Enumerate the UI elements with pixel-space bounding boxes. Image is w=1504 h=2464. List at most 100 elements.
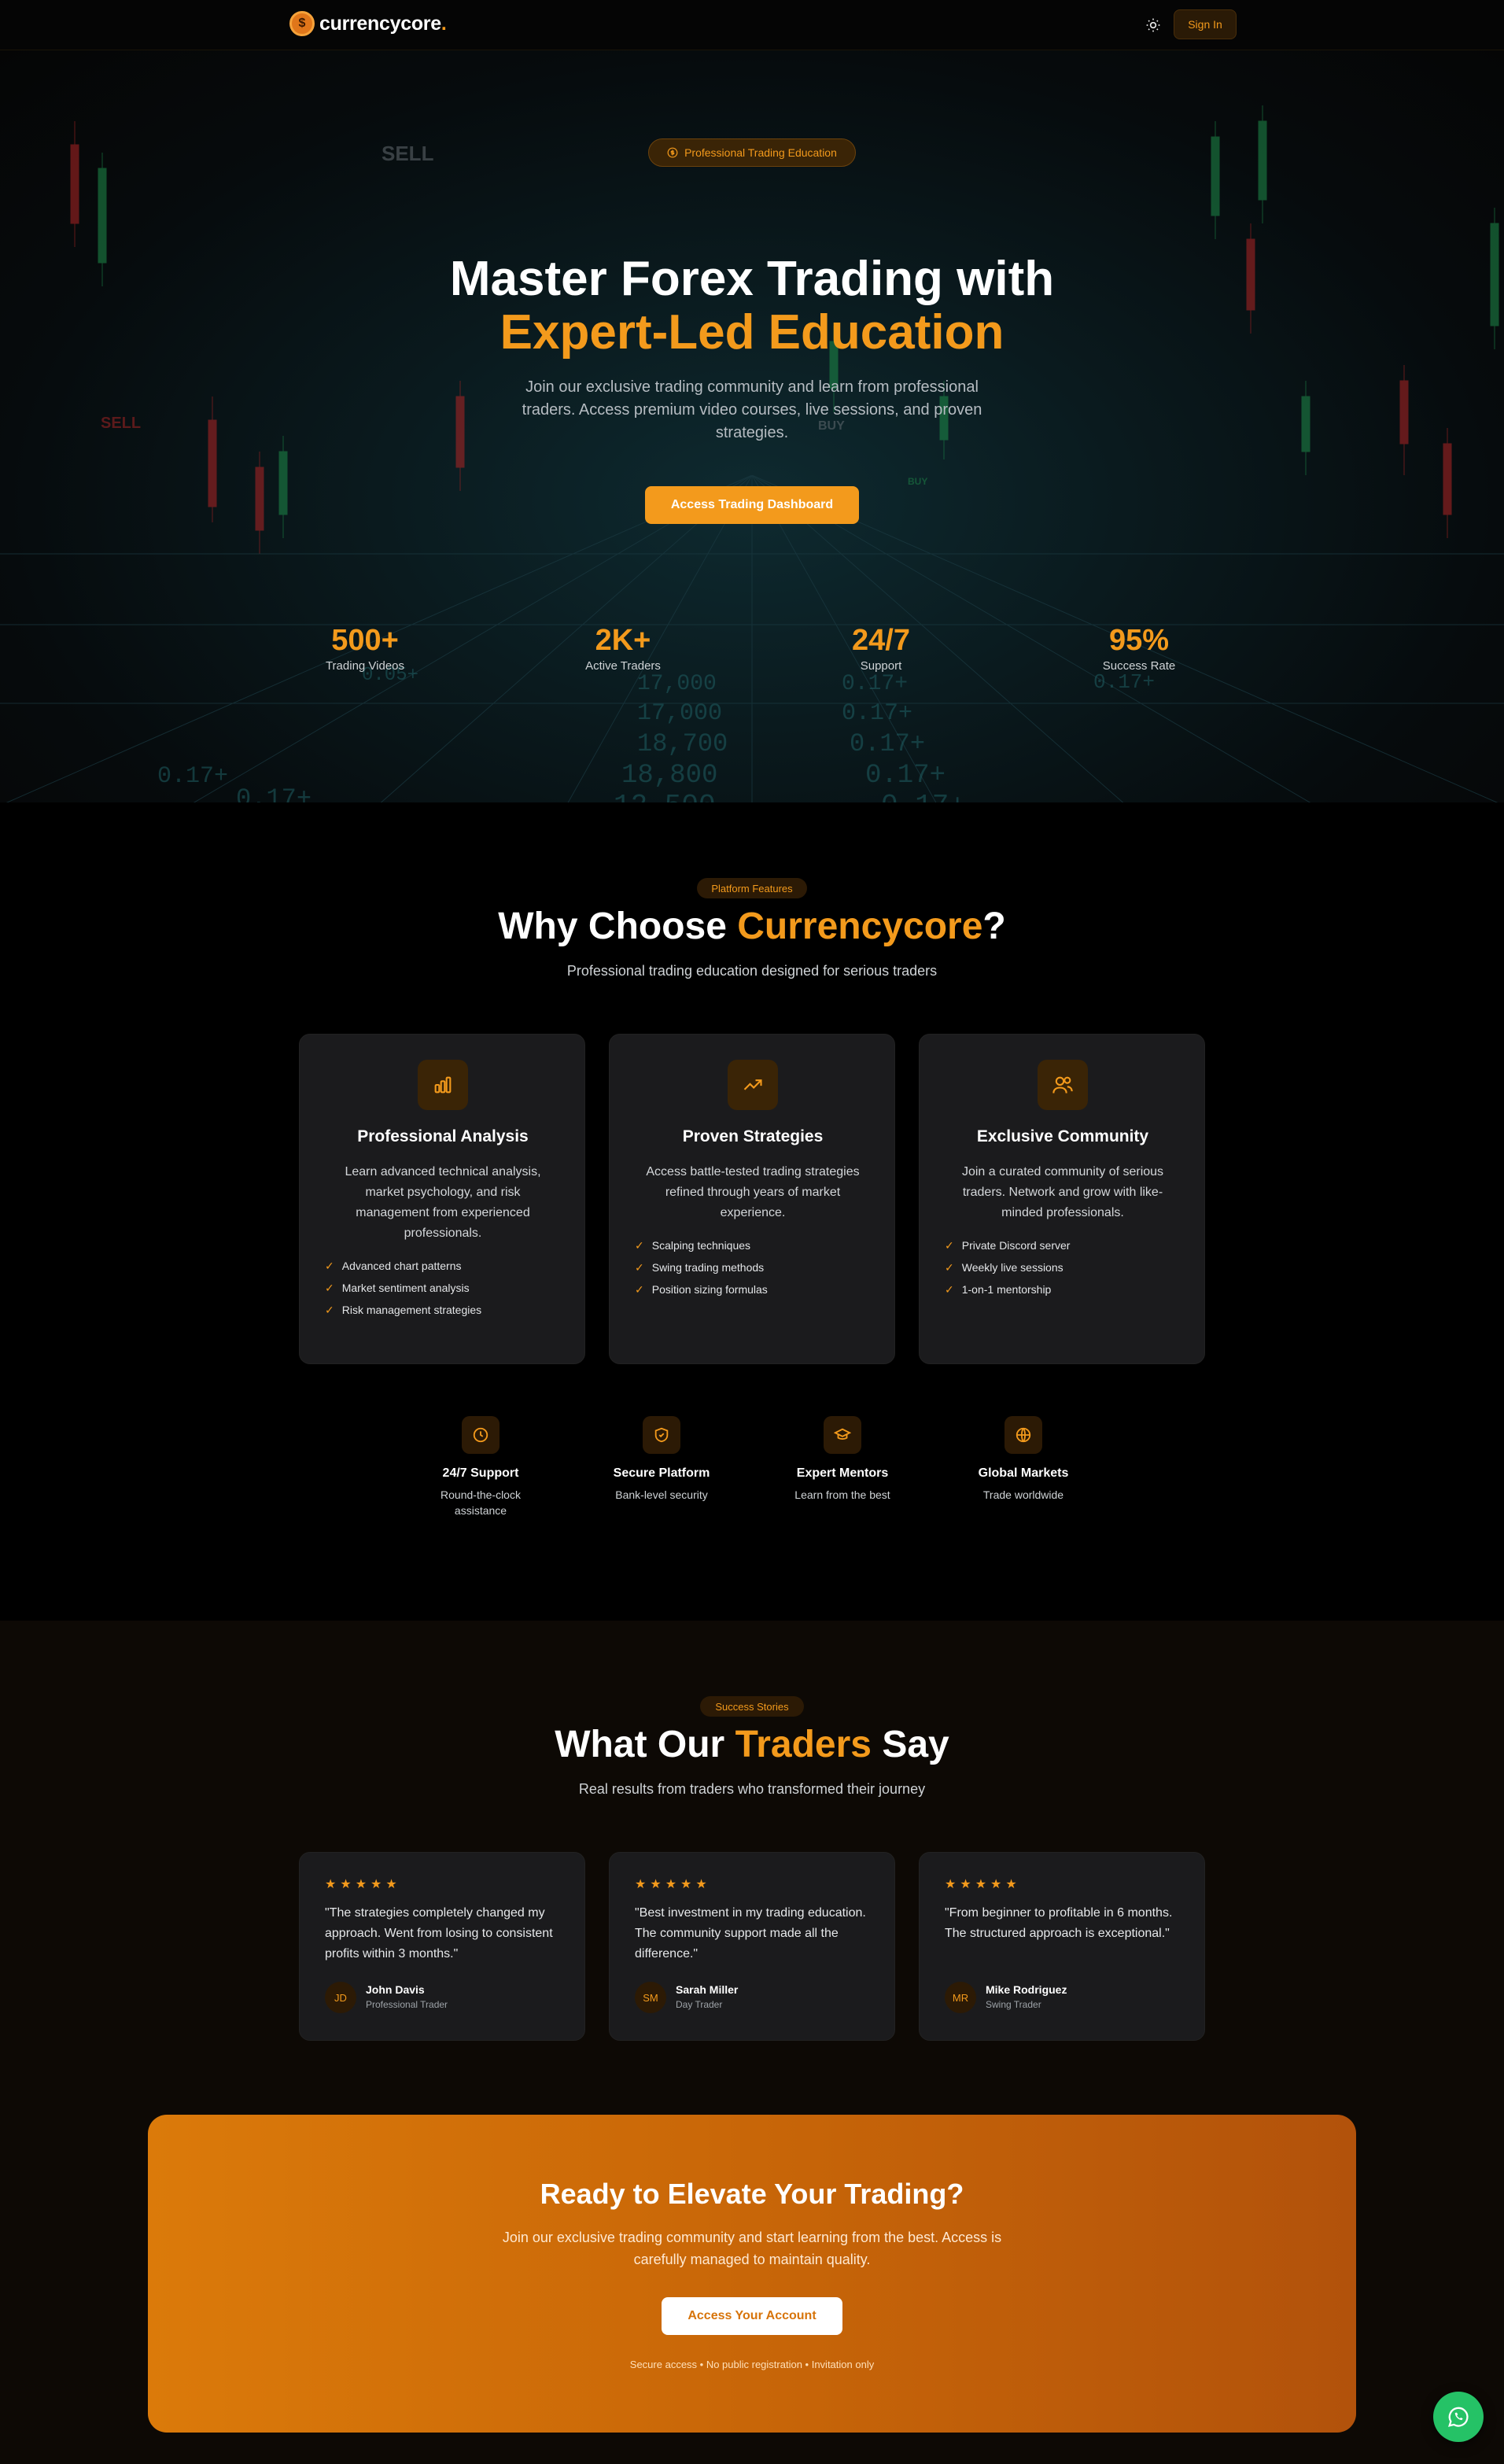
testimonials-section: Success Stories What Our Traders Say Rea… (0, 1621, 1504, 2464)
access-dashboard-button[interactable]: Access Trading Dashboard (645, 486, 859, 524)
feature-description: Access battle-tested trading strategies … (646, 1165, 860, 1219)
feature-card-strategies: Proven Strategies Access battle-tested t… (609, 1034, 895, 1364)
svg-text:12,500: 12,500 (614, 790, 716, 802)
feature-description: Learn advanced technical analysis, marke… (345, 1165, 541, 1240)
testimonials-title-accent: Traders (735, 1724, 872, 1765)
svg-text:17,000: 17,000 (637, 700, 722, 727)
testimonial-name: John Davis (366, 1983, 425, 1996)
list-item: ✓ Market sentiment analysis (325, 1281, 470, 1295)
trending-up-icon (743, 1079, 762, 1090)
stat-active-traders: 2K+ Active Traders (544, 623, 702, 673)
list-item: ✓ Scalping techniques (635, 1238, 751, 1252)
feature-title: Proven Strategies (682, 1127, 824, 1145)
testimonial-name: Mike Rodriguez (986, 1983, 1067, 1996)
svg-text:17,000: 17,000 (637, 672, 717, 696)
testimonial-card: ★★★★★ "From beginner to profitable in 6 … (919, 1852, 1205, 2041)
testimonial-role: Swing Trader (986, 1999, 1041, 2010)
feature-list: ✓ Advanced chart patterns ✓ Market sentime… (325, 1255, 481, 1321)
cta-subtitle: Join our exclusive trading community and… (502, 2230, 1002, 2267)
mini-title: Global Markets (978, 1466, 1069, 1480)
list-item: ✓ Swing trading methods (635, 1260, 765, 1274)
users-icon (1052, 1076, 1073, 1094)
logo-dot: . (441, 12, 447, 35)
whatsapp-chat-button[interactable] (1433, 2392, 1484, 2442)
mini-title: 24/7 Support (442, 1466, 519, 1480)
logo-text: currencycore (319, 12, 441, 35)
mini-subtitle: Learn from the best (794, 1488, 890, 1501)
testimonials-subtitle: Real results from traders who transforme… (578, 1781, 926, 1797)
check-icon: ✓ (325, 1281, 334, 1294)
mini-title: Expert Mentors (796, 1466, 889, 1480)
hero-badge: Professional Trading Education (648, 138, 856, 167)
svg-text:SELL: SELL (382, 142, 434, 165)
feature-description: Join a curated community of serious trad… (961, 1165, 1164, 1219)
hero-subtitle: Join our exclusive trading community and… (522, 378, 982, 441)
stat-value: 95% (1108, 624, 1170, 657)
list-item: ✓ Weekly live sessions (945, 1260, 1063, 1274)
testimonials-title: What Our Traders Say (0, 1723, 1504, 1766)
features-subtitle: Professional trading education designed … (566, 963, 938, 979)
top-navbar: $ currencycore. Sign In (0, 0, 1504, 50)
list-item: ✓ Advanced chart patterns (325, 1259, 462, 1273)
testimonial-role: Day Trader (676, 1999, 723, 2010)
mini-subtitle: Bank-level security (615, 1488, 708, 1501)
mini-feature-mentors: Expert Mentors Learn from the best (764, 1416, 921, 1503)
sun-icon (1146, 18, 1160, 32)
list-item: ✓ Risk management strategies (325, 1303, 482, 1317)
graduation-cap-icon (834, 1428, 851, 1440)
check-icon: ✓ (635, 1282, 644, 1296)
svg-text:18,800: 18,800 (621, 761, 717, 791)
check-icon: ✓ (635, 1260, 644, 1274)
testimonial-role: Professional Trader (366, 1999, 448, 2010)
whatsapp-icon (1447, 2407, 1469, 2427)
stat-trading-videos: 500+ Trading Videos (286, 623, 444, 673)
stat-label: Support (860, 659, 902, 673)
stat-label: Trading Videos (325, 659, 405, 673)
check-icon: ✓ (325, 1303, 334, 1316)
mini-subtitle: Trade worldwide (982, 1488, 1064, 1501)
mini-feature-support: 24/7 Support Round-the-clock assistance (402, 1416, 559, 1518)
stat-success-rate: 95% Success Rate (1060, 623, 1218, 673)
ticker-numbers-background: 17,000 17,000 18,700 18,800 12,500 0.17+… (157, 665, 1155, 802)
testimonials-pill: Success Stories (700, 1696, 804, 1717)
check-icon: ✓ (325, 1259, 334, 1272)
dollar-circle-icon (667, 147, 678, 158)
cta-note: Secure access • No public registration •… (629, 2359, 875, 2370)
mini-title: Secure Platform (613, 1466, 710, 1480)
stat-value: 2K+ (595, 624, 651, 657)
svg-text:0.17+: 0.17+ (236, 784, 311, 802)
svg-text:0.17+: 0.17+ (1093, 670, 1155, 694)
svg-text:18,700: 18,700 (637, 729, 728, 758)
cta-title: Ready to Elevate Your Trading? (540, 2178, 964, 2210)
features-title: Why Choose Currencycore? (0, 905, 1504, 948)
check-icon: ✓ (945, 1260, 954, 1274)
feature-card-analysis: Professional Analysis Learn advanced tec… (299, 1034, 585, 1364)
svg-text:0.17+: 0.17+ (850, 729, 925, 758)
star-rating-icon: ★★★★★ (635, 1878, 711, 1891)
testimonial-card: ★★★★★ "Best investment in my trading edu… (609, 1852, 895, 2041)
check-icon: ✓ (945, 1238, 954, 1252)
mini-subtitle: Round-the-clock assistance (441, 1488, 521, 1517)
cta-banner: Ready to Elevate Your Trading? Join our … (148, 2115, 1356, 2433)
hero-badge-text: Professional Trading Education (684, 146, 837, 159)
hero-section: SELL SELL BUY BUY 17,000 17,000 18,700 1… (0, 50, 1504, 802)
svg-text:0.17+: 0.17+ (881, 790, 966, 802)
svg-text:SELL: SELL (101, 415, 141, 432)
stat-value: 24/7 (852, 624, 910, 657)
list-item: ✓ Position sizing formulas (635, 1282, 768, 1297)
hero-title-line2: Expert-Led Education (499, 305, 1005, 360)
hero-title-line1: Master Forex Trading with (449, 252, 1055, 306)
mini-feature-markets: Global Markets Trade worldwide (945, 1416, 1102, 1503)
feature-list: ✓ Private Discord server ✓ Weekly live ses… (945, 1234, 1070, 1300)
svg-text:0.17+: 0.17+ (842, 672, 908, 696)
star-rating-icon: ★★★★★ (325, 1878, 401, 1891)
features-title-accent: Currencycore (737, 906, 983, 947)
theme-toggle-button[interactable] (1141, 13, 1166, 38)
access-account-button[interactable]: Access Your Account (662, 2297, 842, 2335)
stat-label: Success Rate (1102, 659, 1176, 673)
sign-in-button[interactable]: Sign In (1174, 9, 1237, 39)
feature-list: ✓ Scalping techniques ✓ Swing trading meth… (635, 1234, 768, 1300)
logo[interactable]: $ currencycore. (289, 11, 447, 36)
feature-title: Professional Analysis (357, 1127, 529, 1145)
stat-support: 24/7 Support (802, 623, 960, 673)
